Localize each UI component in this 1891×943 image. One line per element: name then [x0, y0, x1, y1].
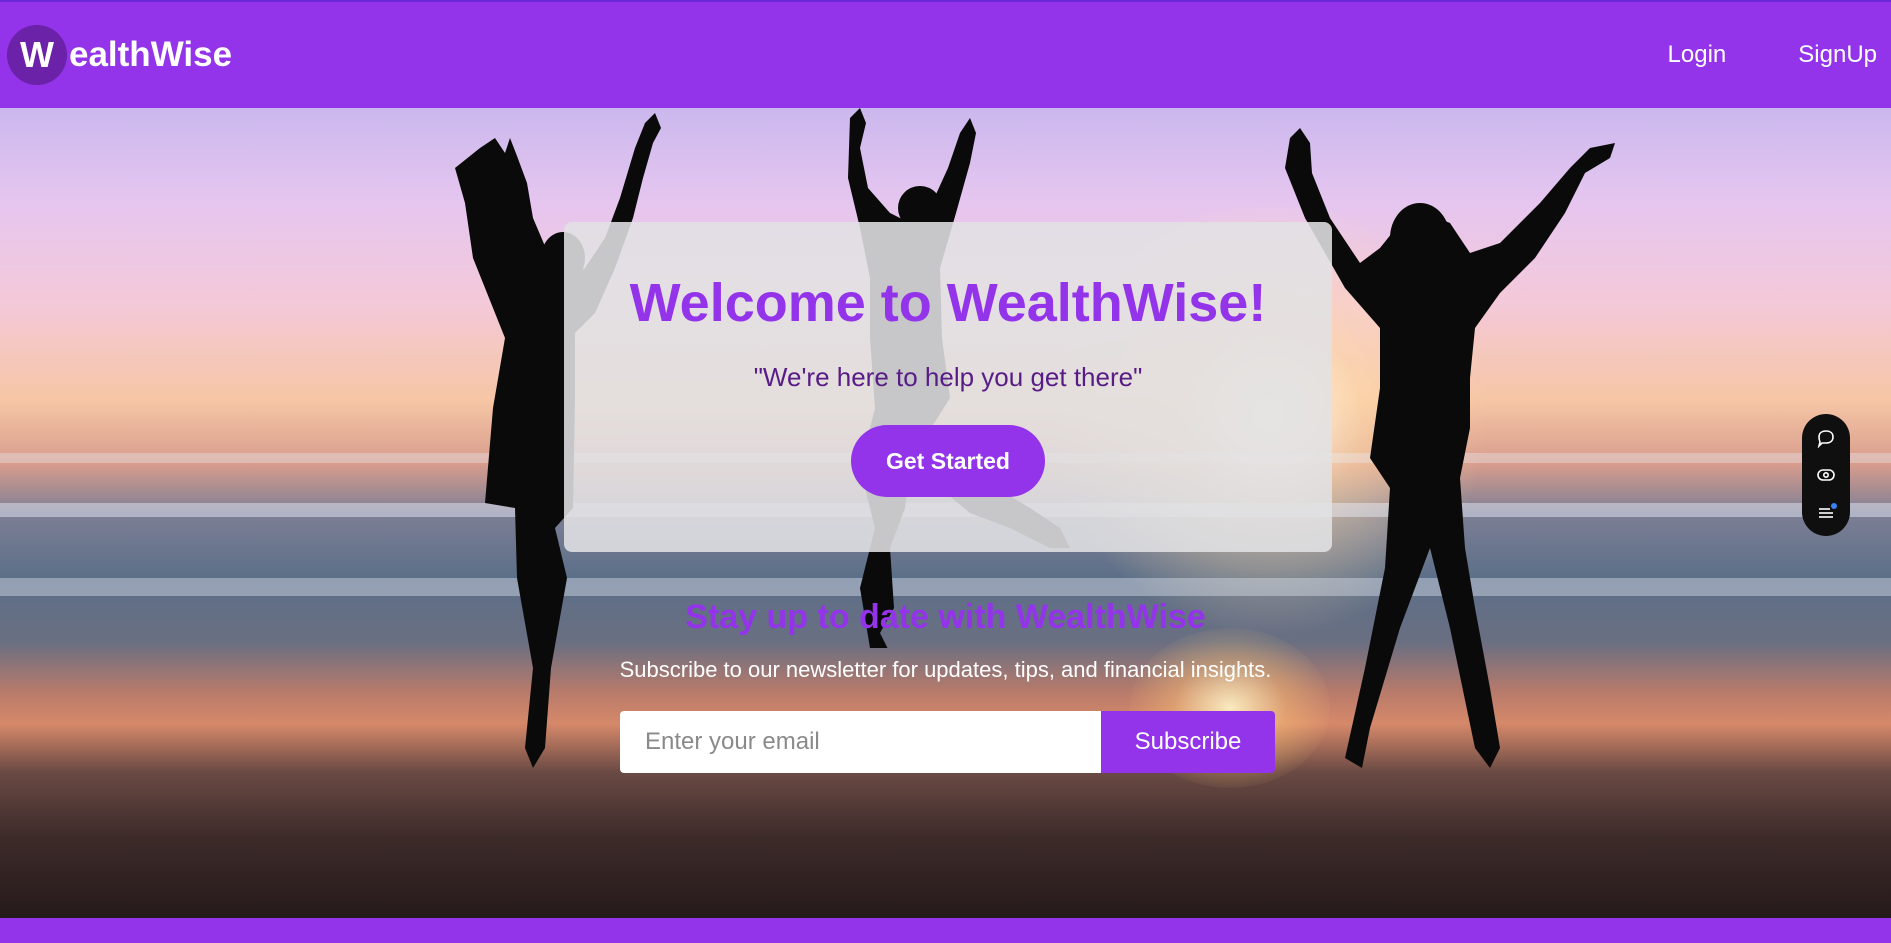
newsletter-description: Subscribe to our newsletter for updates,… [619, 657, 1272, 682]
newsletter-title: Stay up to date with WealthWise [685, 598, 1206, 636]
hero-section: Welcome to WealthWise! "We're here to he… [0, 108, 1891, 918]
email-input[interactable] [620, 711, 1101, 773]
chat-bubble-icon [1817, 429, 1834, 448]
footer-bar [0, 918, 1891, 943]
top-navbar: W ealthWise Login SignUp [0, 0, 1891, 108]
notification-dot [1831, 502, 1837, 509]
chat-button[interactable] [1812, 424, 1840, 452]
subscribe-form: Subscribe [620, 711, 1275, 773]
brand-name: ealthWise [69, 35, 233, 74]
brand-logo[interactable]: W ealthWise [7, 25, 232, 85]
get-started-button[interactable]: Get Started [851, 425, 1045, 497]
menu-button[interactable] [1812, 499, 1840, 527]
newsletter-section: Stay up to date with WealthWise Subscrib… [0, 598, 1891, 773]
login-link[interactable]: Login [1668, 41, 1727, 69]
floating-side-toolbar [1802, 414, 1850, 536]
nav-links: Login SignUp [1596, 41, 1877, 69]
brand-badge: W [7, 25, 67, 85]
welcome-title: Welcome to WealthWise! [629, 273, 1267, 333]
subscribe-button[interactable]: Subscribe [1101, 711, 1275, 773]
eye-icon [1817, 469, 1835, 481]
view-button[interactable] [1812, 461, 1840, 489]
welcome-card: Welcome to WealthWise! "We're here to he… [564, 222, 1332, 552]
signup-link[interactable]: SignUp [1798, 41, 1877, 69]
welcome-tagline: "We're here to help you get there" [753, 362, 1143, 392]
